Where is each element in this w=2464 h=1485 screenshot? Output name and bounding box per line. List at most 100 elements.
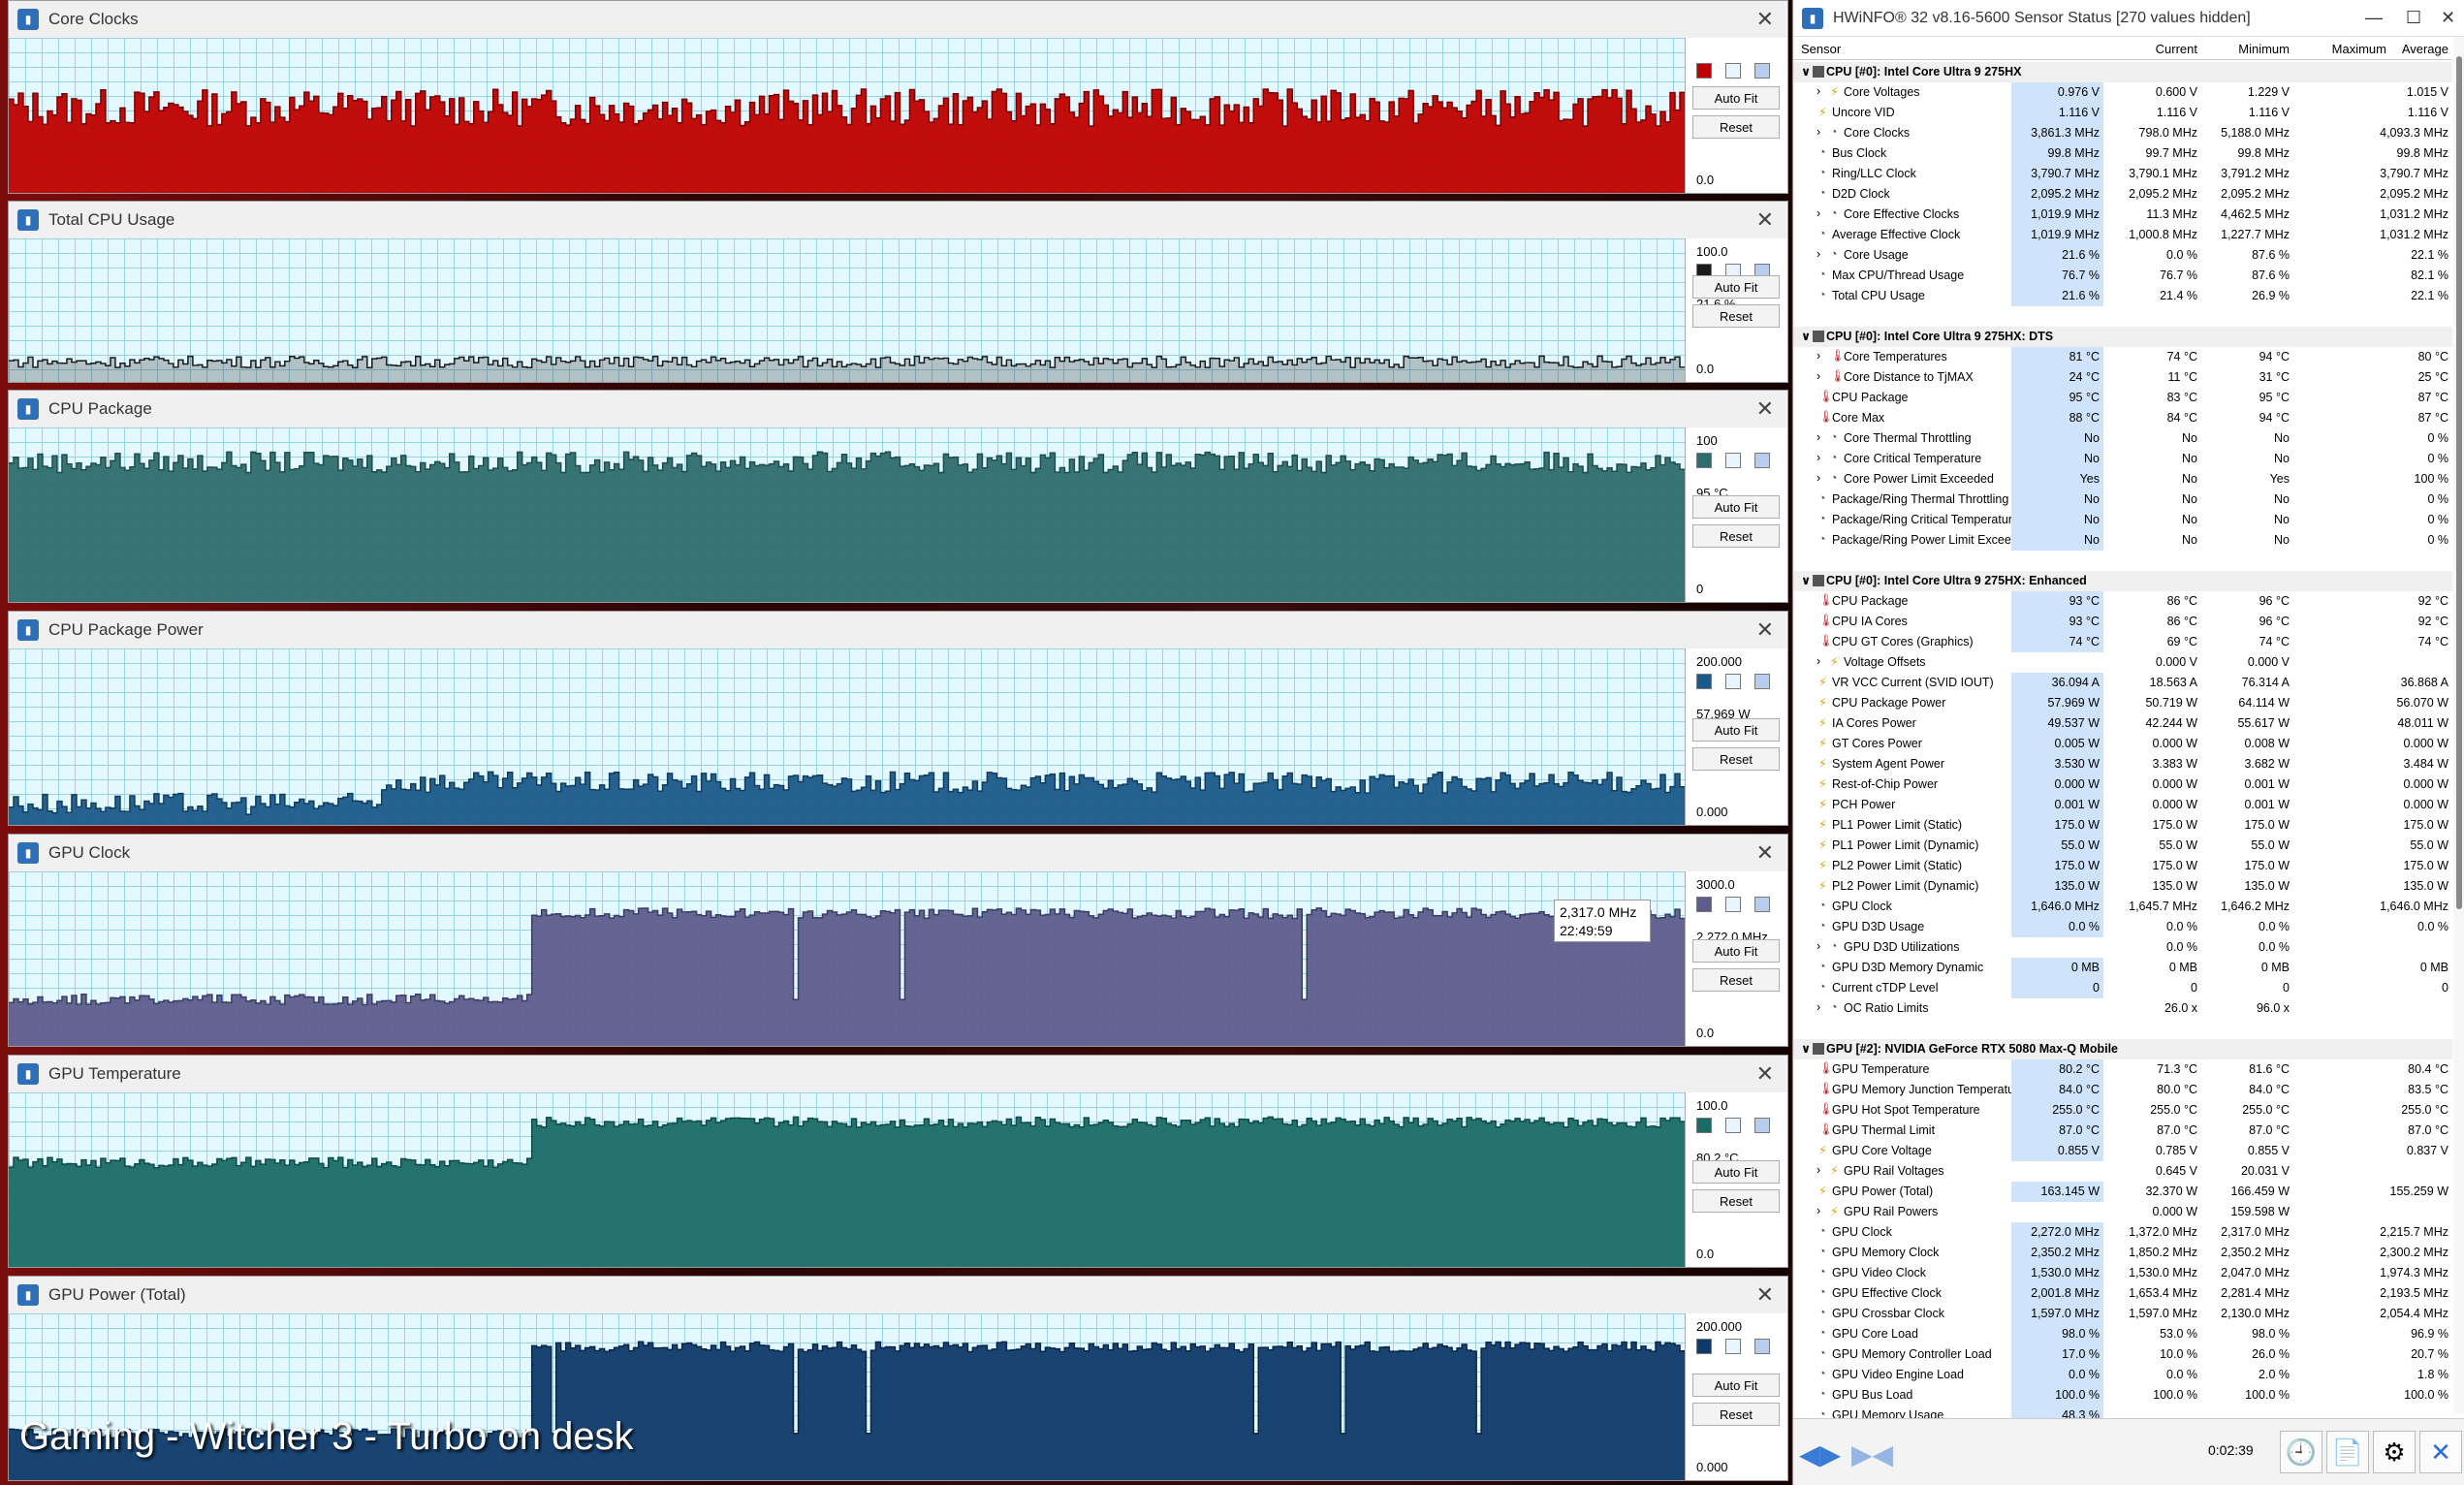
reset-button[interactable]: Reset <box>1692 968 1780 992</box>
close-icon[interactable]: ✕ <box>1756 396 1774 422</box>
close-icon[interactable]: ✕ <box>1756 617 1774 643</box>
close-icon[interactable]: ✕ <box>1756 207 1774 233</box>
sensor-row[interactable]: ◔ Package/Ring Thermal Throttling No No No 0 … <box>1793 490 2452 510</box>
sensor-row[interactable]: ◔ GPU Clock 2,272.0 MHz 1,372.0 MHz 2,317.0 … <box>1793 1222 2452 1243</box>
sensor-row[interactable]: ◔ GPU Memory Usage 48.3 % <box>1793 1406 2452 1419</box>
nav-left-arrow-icon[interactable]: ◀▶ <box>1799 1438 1841 1470</box>
grid-swatch[interactable] <box>1754 897 1770 912</box>
sensor-row[interactable]: ◔ GPU Core Load 98.0 % 53.0 % 98.0 % 96.9 % <box>1793 1324 2452 1344</box>
sensor-group-row[interactable]: ∨ GPU [#2]: NVIDIA GeForce RTX 5080 Max-Q… <box>1793 1039 2452 1059</box>
vertical-scrollbar[interactable] <box>2453 37 2464 1413</box>
expand-chevron-icon[interactable]: › <box>1816 369 1820 383</box>
collapse-chevron-icon[interactable]: ∨ <box>1801 329 1811 343</box>
grid-swatch[interactable] <box>1754 1118 1770 1133</box>
auto-fit-button[interactable]: Auto Fit <box>1692 1374 1780 1397</box>
background-swatch[interactable] <box>1725 63 1741 79</box>
sensor-row[interactable]: ◔ GPU Memory Clock 2,350.2 MHz 1,850.2 MHz 2… <box>1793 1243 2452 1263</box>
sensor-row[interactable]: › ⚡ GPU Rail Powers 0.000 W 159.598 W <box>1793 1202 2452 1222</box>
color-swatch[interactable] <box>1696 897 1712 912</box>
sensor-row[interactable]: 🌡 CPU Package 95 °C 83 °C 95 °C 87 °C <box>1793 388 2452 408</box>
collapse-chevron-icon[interactable]: ∨ <box>1801 1041 1811 1056</box>
clock-icon[interactable]: 🕘 <box>2280 1431 2322 1473</box>
sensor-row[interactable]: ⚡ PL2 Power Limit (Dynamic) 135.0 W 135.0 W… <box>1793 876 2452 897</box>
close-icon[interactable]: ✕ <box>1756 7 1774 32</box>
minimize-button[interactable]: — <box>2365 8 2383 28</box>
sensor-row[interactable]: 🌡 GPU Hot Spot Temperature 255.0 °C 255.0 °… <box>1793 1100 2452 1121</box>
background-swatch[interactable] <box>1725 674 1741 689</box>
sensor-row[interactable]: › ◔ GPU D3D Utilizations 0.0 % 0.0 % <box>1793 937 2452 958</box>
sensor-row[interactable]: › ◔ Core Power Limit Exceeded Yes No Yes 100 % <box>1793 469 2452 490</box>
collapse-chevron-icon[interactable]: ∨ <box>1801 573 1811 587</box>
expand-chevron-icon[interactable]: › <box>1816 1163 1820 1177</box>
report-icon[interactable]: 📄 <box>2326 1431 2369 1473</box>
sensor-row[interactable]: ⚡ IA Cores Power 49.537 W 42.244 W 55.617 W 4… <box>1793 713 2452 734</box>
sensor-row[interactable]: › 🌡 Core Distance to TjMAX 24 °C 11 °C 31 °C 2… <box>1793 367 2452 388</box>
sensor-row[interactable]: ⚡ GPU Power (Total) 163.145 W 32.370 W 166.4… <box>1793 1182 2452 1202</box>
color-swatch[interactable] <box>1696 674 1712 689</box>
grid-swatch[interactable] <box>1754 674 1770 689</box>
sensor-row[interactable]: ◔ D2D Clock 2,095.2 MHz 2,095.2 MHz 2,095.2 … <box>1793 184 2452 205</box>
sensor-row[interactable]: ◔ GPU Bus Load 100.0 % 100.0 % 100.0 % 100.0 … <box>1793 1385 2452 1406</box>
sensor-row[interactable]: ⚡ PCH Power 0.001 W 0.000 W 0.001 W 0.000 W <box>1793 795 2452 815</box>
sensor-row[interactable]: ◔ GPU Video Engine Load 0.0 % 0.0 % 2.0 % 1.8… <box>1793 1365 2452 1385</box>
sensor-row[interactable]: ◔ Bus Clock 99.8 MHz 99.7 MHz 99.8 MHz 99.8 M… <box>1793 143 2452 164</box>
col-minimum[interactable]: Minimum <box>2197 42 2290 56</box>
sensor-row[interactable]: 🌡 GPU Thermal Limit 87.0 °C 87.0 °C 87.0 °C 8… <box>1793 1121 2452 1141</box>
close-icon[interactable]: ✕ <box>1756 1282 1774 1308</box>
sensor-row[interactable]: ⚡ PL1 Power Limit (Dynamic) 55.0 W 55.0 W 55… <box>1793 836 2452 856</box>
reset-button[interactable]: Reset <box>1692 747 1780 771</box>
reset-button[interactable]: Reset <box>1692 1403 1780 1426</box>
sensor-row[interactable]: › ◔ Core Thermal Throttling No No No 0 % <box>1793 428 2452 449</box>
col-maximum[interactable]: Maximum <box>2290 42 2386 56</box>
expand-chevron-icon[interactable]: › <box>1816 206 1820 220</box>
close-icon[interactable]: ✕ <box>1756 1061 1774 1087</box>
sensor-row[interactable]: ◔ Package/Ring Critical Temperature No No No… <box>1793 510 2452 530</box>
expand-chevron-icon[interactable]: › <box>1816 451 1820 464</box>
color-swatch[interactable] <box>1696 1118 1712 1133</box>
close-x-icon[interactable]: ✕ <box>2419 1431 2462 1473</box>
sensor-row[interactable]: ⚡ GPU Core Voltage 0.855 V 0.785 V 0.855 V 0.… <box>1793 1141 2452 1161</box>
sensor-row[interactable]: ◔ Average Effective Clock 1,019.9 MHz 1,000… <box>1793 225 2452 245</box>
expand-chevron-icon[interactable]: › <box>1816 247 1820 261</box>
sensor-row[interactable]: ◔ GPU D3D Usage 0.0 % 0.0 % 0.0 % 0.0 % <box>1793 917 2452 937</box>
maximize-button[interactable]: ☐ <box>2406 8 2421 28</box>
color-swatch[interactable] <box>1696 1339 1712 1354</box>
sensor-row[interactable]: › ⚡ Voltage Offsets 0.000 V 0.000 V <box>1793 652 2452 673</box>
sensor-row[interactable]: ◔ GPU Clock 1,646.0 MHz 1,645.7 MHz 1,646.2 … <box>1793 897 2452 917</box>
expand-chevron-icon[interactable]: › <box>1816 1000 1820 1014</box>
settings-icon[interactable]: ⚙ <box>2373 1431 2416 1473</box>
background-swatch[interactable] <box>1725 897 1741 912</box>
graph-plot[interactable] <box>9 238 1686 382</box>
reset-button[interactable]: Reset <box>1692 304 1780 328</box>
graph-plot[interactable] <box>9 648 1686 825</box>
grid-swatch[interactable] <box>1754 453 1770 468</box>
sensor-group-row[interactable]: ∨ CPU [#0]: Intel Core Ultra 9 275HX: Enh… <box>1793 571 2452 591</box>
auto-fit-button[interactable]: Auto Fit <box>1692 1160 1780 1184</box>
background-swatch[interactable] <box>1725 453 1741 468</box>
sensor-row[interactable]: 🌡 GPU Temperature 80.2 °C 71.3 °C 81.6 °C 80.… <box>1793 1059 2452 1080</box>
sensor-row[interactable]: › ◔ Core Critical Temperature No No No 0 % <box>1793 449 2452 469</box>
auto-fit-button[interactable]: Auto Fit <box>1692 495 1780 519</box>
expand-chevron-icon[interactable]: › <box>1816 654 1820 668</box>
reset-button[interactable]: Reset <box>1692 1189 1780 1213</box>
sensor-row[interactable]: ⚡ CPU Package Power 57.969 W 50.719 W 64.114… <box>1793 693 2452 713</box>
graph-plot[interactable] <box>9 1092 1686 1267</box>
graph-plot[interactable] <box>9 871 1686 1046</box>
sensor-row[interactable]: ⚡ PL1 Power Limit (Static) 175.0 W 175.0 W 1… <box>1793 815 2452 836</box>
sensor-row[interactable]: 🌡 GPU Memory Junction Temperature 84.0 °C 8… <box>1793 1080 2452 1100</box>
sensor-row[interactable]: ⚡ VR VCC Current (SVID IOUT) 36.094 A 18.56… <box>1793 673 2452 693</box>
sensor-row[interactable]: 🌡 Core Max 88 °C 84 °C 94 °C 87 °C <box>1793 408 2452 428</box>
sensor-group-row[interactable]: ∨ CPU [#0]: Intel Core Ultra 9 275HX: DTS <box>1793 327 2452 347</box>
sensor-row[interactable]: ◔ GPU Effective Clock 2,001.8 MHz 1,653.4 M… <box>1793 1283 2452 1304</box>
sensor-row[interactable]: ◔ Ring/LLC Clock 3,790.7 MHz 3,790.1 MHz 3,7… <box>1793 164 2452 184</box>
grid-swatch[interactable] <box>1754 1339 1770 1354</box>
sensor-row[interactable]: ◔ Max CPU/Thread Usage 76.7 % 76.7 % 87.6 % 8… <box>1793 266 2452 286</box>
sensor-row[interactable]: ◔ Current cTDP Level 0 0 0 0 <box>1793 978 2452 998</box>
graph-plot[interactable] <box>9 38 1686 193</box>
sensor-row[interactable]: › ◔ OC Ratio Limits 26.0 x 96.0 x <box>1793 998 2452 1019</box>
sensor-row[interactable]: ◔ GPU Memory Controller Load 17.0 % 10.0 % 2… <box>1793 1344 2452 1365</box>
sensor-row[interactable]: 🌡 CPU IA Cores 93 °C 86 °C 96 °C 92 °C <box>1793 612 2452 632</box>
background-swatch[interactable] <box>1725 1118 1741 1133</box>
sensor-row[interactable]: › ⚡ Core Voltages 0.976 V 0.600 V 1.229 V 1.01… <box>1793 82 2452 103</box>
sensor-row[interactable]: › ◔ Core Usage 21.6 % 0.0 % 87.6 % 22.1 % <box>1793 245 2452 266</box>
